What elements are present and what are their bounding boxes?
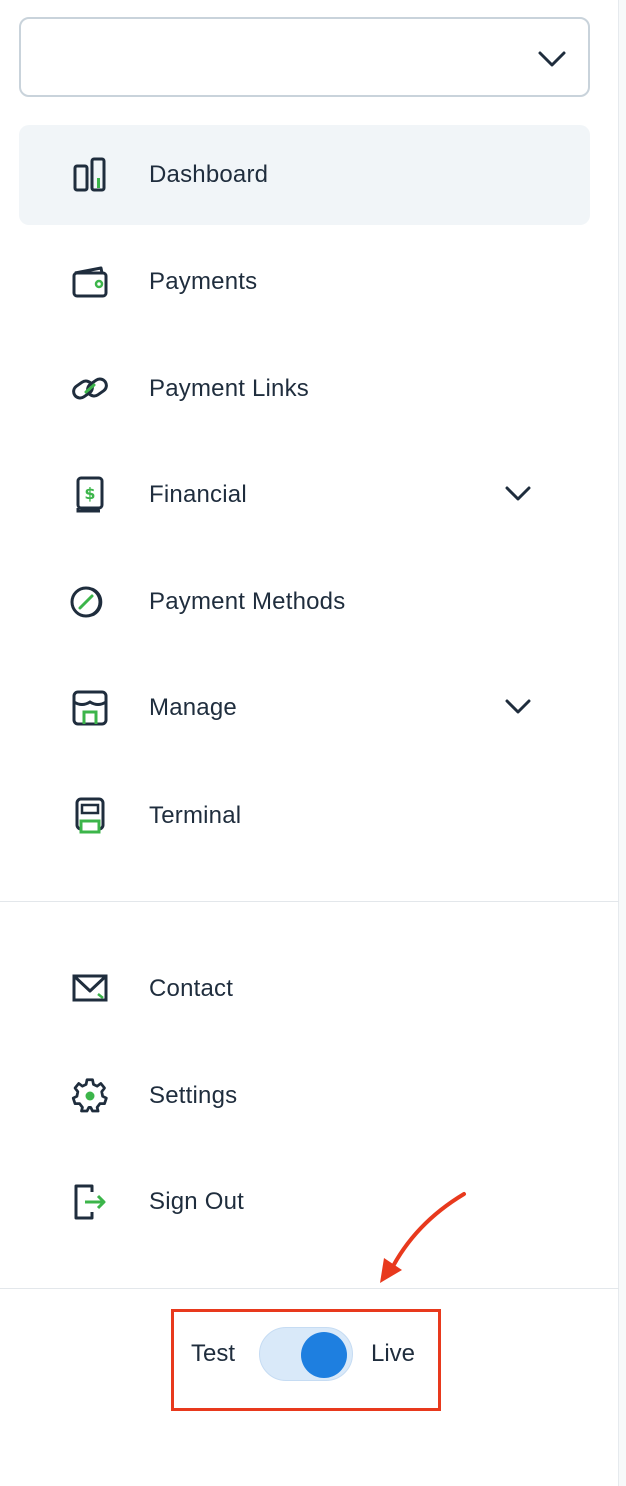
nav-item-payment-methods[interactable]: Payment Methods xyxy=(19,552,590,652)
nav-item-dashboard[interactable]: Dashboard xyxy=(19,125,590,225)
nav-item-sign-out[interactable]: Sign Out xyxy=(19,1152,590,1252)
terminal-icon xyxy=(75,797,105,834)
nav-label-financial: Financial xyxy=(149,481,247,508)
nav-label-payments: Payments xyxy=(149,268,258,295)
wallet-icon xyxy=(72,266,108,298)
nav-label-terminal: Terminal xyxy=(149,802,242,829)
chevron-down-icon xyxy=(538,51,566,67)
annotation-highlight-box xyxy=(171,1309,441,1411)
nav-label-settings: Settings xyxy=(149,1082,238,1109)
chevron-down-icon[interactable] xyxy=(504,481,532,505)
nav-item-manage[interactable]: Manage xyxy=(19,658,590,758)
nav-label-payment-links: Payment Links xyxy=(149,375,310,402)
link-icon xyxy=(72,377,108,400)
divider xyxy=(0,1288,619,1289)
nav-item-terminal[interactable]: Terminal xyxy=(19,766,590,866)
storefront-icon xyxy=(72,690,108,726)
nav-label-manage: Manage xyxy=(149,694,237,721)
nav-label-payment-methods: Payment Methods xyxy=(149,588,346,615)
divider xyxy=(0,901,619,902)
gear-icon xyxy=(71,1078,108,1113)
mail-icon xyxy=(72,974,108,1002)
bar-chart-icon xyxy=(73,157,106,192)
svg-text:$: $ xyxy=(84,484,95,503)
annotation-arrow-icon xyxy=(380,1192,466,1283)
chevron-down-icon[interactable] xyxy=(504,694,532,718)
dollar-document-icon: $ xyxy=(76,476,104,513)
nav-label-sign-out: Sign Out xyxy=(149,1188,244,1215)
nav-item-payment-links[interactable]: Payment Links xyxy=(19,339,590,439)
nav-item-contact[interactable]: Contact xyxy=(19,939,590,1039)
nav-label-contact: Contact xyxy=(149,975,234,1002)
sign-out-icon xyxy=(74,1184,106,1220)
nav-item-settings[interactable]: Settings xyxy=(19,1046,590,1146)
content-edge xyxy=(619,0,626,1486)
card-circle-icon xyxy=(70,586,103,618)
nav-item-financial[interactable]: $ Financial xyxy=(19,445,590,545)
nav-item-payments[interactable]: Payments xyxy=(19,232,590,332)
sidebar: Dashboard Payments Payment Links $ Finan… xyxy=(0,0,619,1486)
nav-label-dashboard: Dashboard xyxy=(149,161,269,188)
account-select[interactable] xyxy=(19,17,590,97)
